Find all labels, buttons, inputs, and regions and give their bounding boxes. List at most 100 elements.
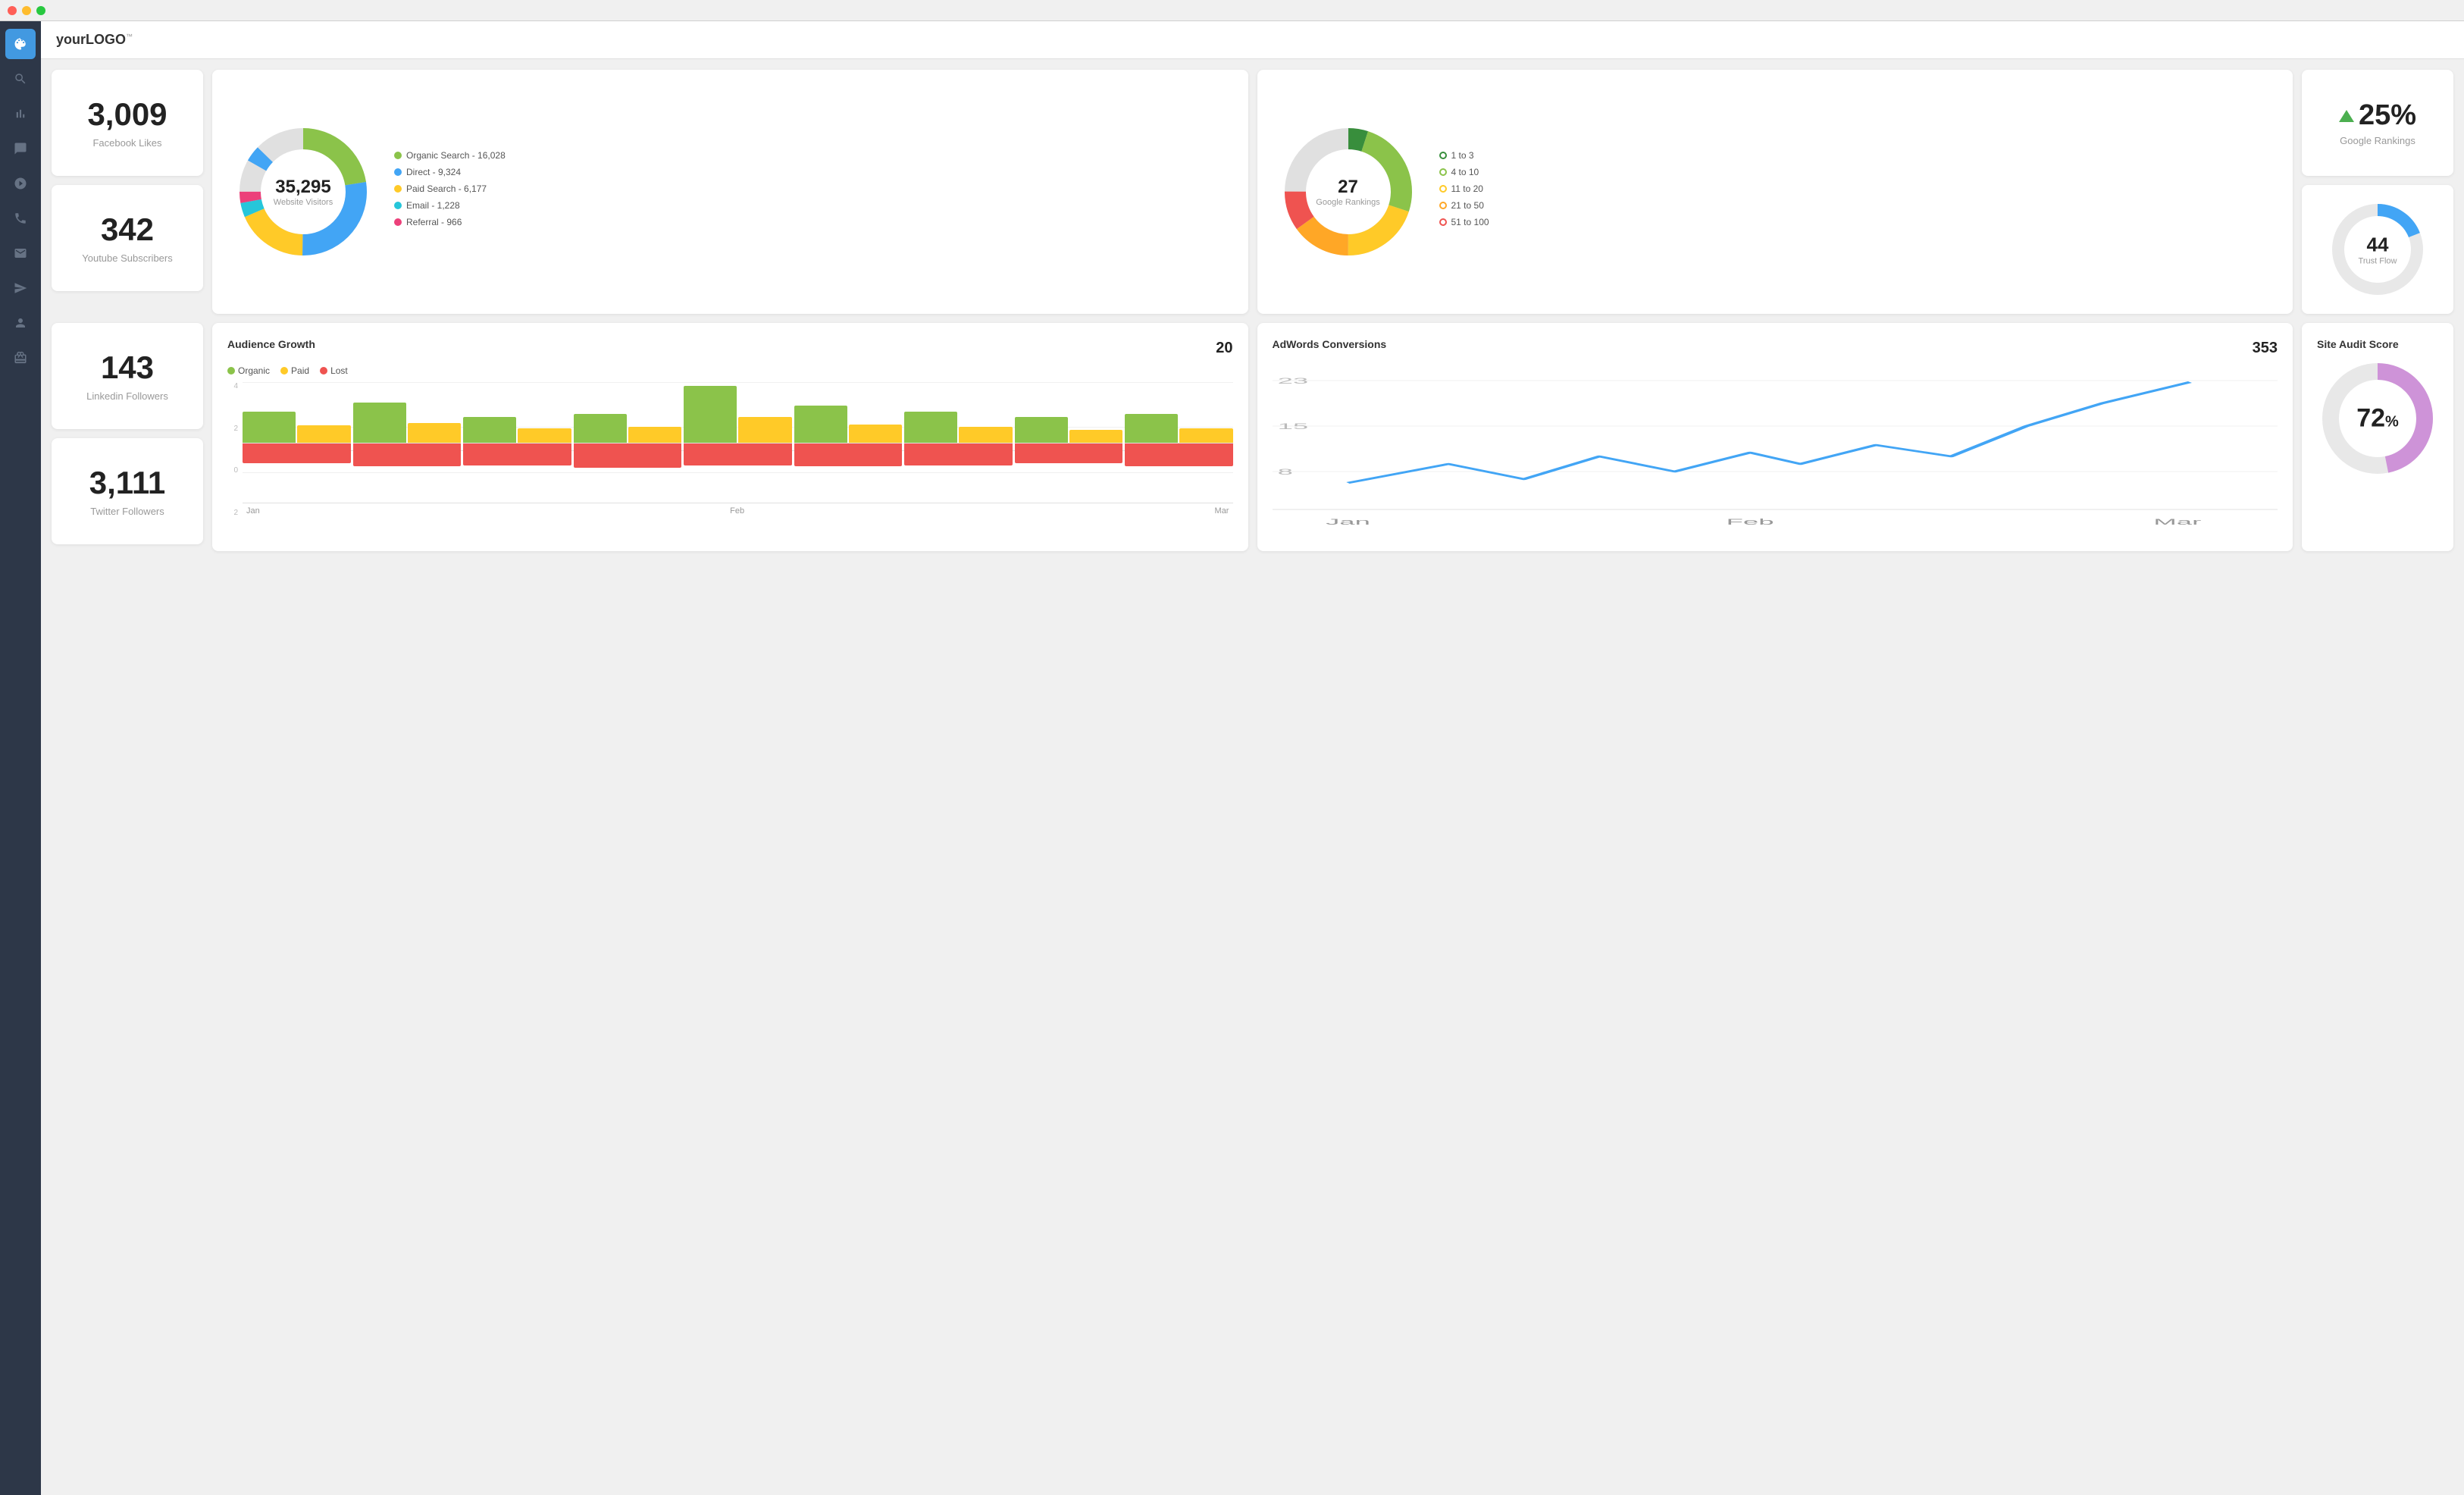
logo-bold: LOGO xyxy=(86,32,126,47)
google-rank-value: 25% xyxy=(2359,99,2416,132)
bar-group-4 xyxy=(684,382,792,503)
audit-pct: % xyxy=(2385,414,2399,431)
legend-lost-label: Lost xyxy=(330,365,348,376)
visitors-label: Website Visitors xyxy=(274,198,333,207)
logo-text: your xyxy=(56,32,86,47)
rankings-label: Google Rankings xyxy=(1316,198,1379,207)
legend-paid-text: Paid Search - 6,177 xyxy=(406,183,487,194)
titlebar xyxy=(0,0,2464,21)
bar-organic xyxy=(794,406,847,443)
maximize-button[interactable] xyxy=(36,6,45,15)
legend-51to100-text: 51 to 100 xyxy=(1451,217,1489,227)
sidebar-item-palette[interactable] xyxy=(5,29,36,59)
bar-paid xyxy=(738,417,791,443)
bar-organic xyxy=(1125,414,1178,443)
svg-text:8: 8 xyxy=(1277,467,1292,476)
header: yourLOGO™ xyxy=(41,21,2464,59)
bar-lost xyxy=(794,443,903,466)
svg-text:Mar: Mar xyxy=(2153,517,2201,526)
bar-organic xyxy=(904,412,957,443)
logo: yourLOGO™ xyxy=(56,32,133,48)
bar-group-8 xyxy=(1125,382,1233,503)
arrow-up-icon xyxy=(2339,110,2354,122)
visitors-center: 35,295 Website Visitors xyxy=(274,177,333,207)
site-audit-title: Site Audit Score xyxy=(2317,338,2438,350)
x-label-jan: Jan xyxy=(246,506,260,516)
sidebar-item-send[interactable] xyxy=(5,273,36,303)
main-content: yourLOGO™ 3,009 Facebook Likes 342 Youtu… xyxy=(41,21,2464,1495)
rankings-legend: 1 to 3 4 to 10 11 to 20 21 to 50 xyxy=(1439,150,1489,233)
google-rank-pct-card: 25% Google Rankings xyxy=(2302,70,2453,176)
adwords-title-row: AdWords Conversions 353 xyxy=(1273,338,2278,358)
bar-organic xyxy=(463,417,516,443)
legend-referral-text: Referral - 966 xyxy=(406,217,462,227)
bar-lost xyxy=(463,443,571,465)
bar-lost xyxy=(353,443,462,466)
adwords-title: AdWords Conversions xyxy=(1273,338,1387,350)
bar-organic xyxy=(1015,417,1068,443)
bar-organic xyxy=(684,386,737,443)
bar-group-3 xyxy=(574,382,682,503)
legend-organic-label: Organic xyxy=(238,365,270,376)
sidebar-item-mail[interactable] xyxy=(5,238,36,268)
linkedin-followers-label: Linkedin Followers xyxy=(86,390,168,402)
bar-paid xyxy=(1179,428,1232,443)
trust-flow-value: 44 xyxy=(2359,233,2397,257)
facebook-likes-value: 3,009 xyxy=(87,97,167,132)
sidebar-item-search[interactable] xyxy=(5,64,36,94)
bar-paid xyxy=(297,425,350,443)
bar-lost xyxy=(684,443,792,465)
app: yourLOGO™ 3,009 Facebook Likes 342 Youtu… xyxy=(0,21,2464,1495)
close-button[interactable] xyxy=(8,6,17,15)
adwords-chart: 23 15 8 Jan Feb Mar xyxy=(1273,365,2278,532)
twitter-followers-label: Twitter Followers xyxy=(90,506,164,517)
audience-legend: Organic Paid Lost xyxy=(227,365,1233,376)
legend-4to10-text: 4 to 10 xyxy=(1451,167,1479,177)
bar-paid xyxy=(408,423,461,443)
bar-lost xyxy=(1125,443,1233,466)
rankings-donut: 27 Google Rankings xyxy=(1273,116,1424,268)
bar-organic xyxy=(574,414,627,443)
audience-growth-card: Audience Growth 20 Organic Paid Lost xyxy=(212,323,1248,551)
linkedin-followers-card: 143 Linkedin Followers xyxy=(52,323,203,429)
sidebar-item-briefcase[interactable] xyxy=(5,343,36,373)
youtube-subs-label: Youtube Subscribers xyxy=(82,252,173,264)
twitter-followers-value: 3,111 xyxy=(89,465,165,500)
bar-organic xyxy=(243,412,296,443)
legend-paid: Paid Search - 6,177 xyxy=(394,183,506,194)
sidebar-item-chat[interactable] xyxy=(5,133,36,164)
bar-paid xyxy=(628,427,681,443)
legend-direct-text: Direct - 9,324 xyxy=(406,167,461,177)
visitors-legend: Organic Search - 16,028 Direct - 9,324 P… xyxy=(394,150,506,233)
sidebar-item-analytics[interactable] xyxy=(5,99,36,129)
legend-paid-bar: Paid xyxy=(280,365,309,376)
svg-text:15: 15 xyxy=(1277,422,1308,431)
legend-paid-label: Paid xyxy=(291,365,309,376)
bar-lost xyxy=(904,443,1013,465)
svg-text:Jan: Jan xyxy=(1326,517,1370,526)
facebook-likes-card: 3,009 Facebook Likes xyxy=(52,70,203,176)
google-rank-label: Google Rankings xyxy=(2340,135,2415,146)
sidebar-item-user[interactable] xyxy=(5,308,36,338)
legend-21to50: 21 to 50 xyxy=(1439,200,1489,211)
legend-email: Email - 1,228 xyxy=(394,200,506,211)
sidebar-item-target[interactable] xyxy=(5,168,36,199)
google-rankings-card: 27 Google Rankings 1 to 3 4 to 10 xyxy=(1257,70,2293,314)
bar-group-0 xyxy=(243,382,351,503)
legend-11to20-text: 11 to 20 xyxy=(1451,183,1483,194)
bar-group-7 xyxy=(1015,382,1123,503)
logo-tm: ™ xyxy=(126,33,133,40)
legend-4to10: 4 to 10 xyxy=(1439,167,1489,177)
dashboard: 3,009 Facebook Likes 342 Youtube Subscri… xyxy=(41,59,2464,562)
bar-paid xyxy=(518,428,571,443)
bar-lost xyxy=(243,443,351,463)
legend-direct: Direct - 9,324 xyxy=(394,167,506,177)
bar-group-1 xyxy=(353,382,462,503)
minimize-button[interactable] xyxy=(22,6,31,15)
trust-flow-card: 44 Trust Flow xyxy=(2302,185,2453,314)
legend-1to3-text: 1 to 3 xyxy=(1451,150,1474,161)
legend-email-text: Email - 1,228 xyxy=(406,200,460,211)
visitors-total: 35,295 xyxy=(274,177,333,198)
bar-paid xyxy=(959,427,1012,443)
sidebar-item-phone[interactable] xyxy=(5,203,36,233)
